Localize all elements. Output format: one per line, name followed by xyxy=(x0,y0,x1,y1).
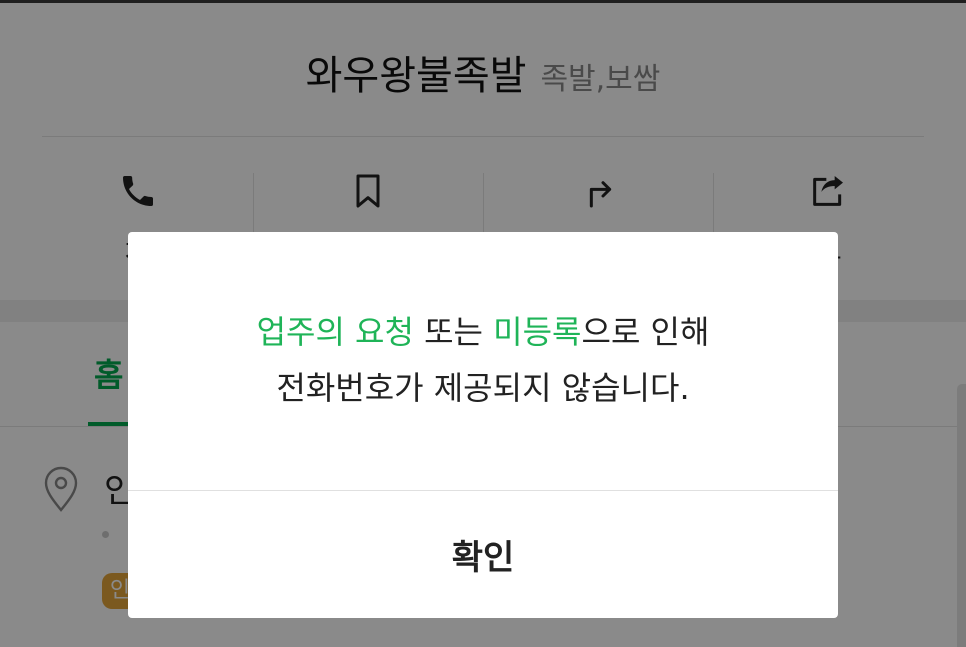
confirm-button[interactable]: 확인 xyxy=(128,491,838,618)
dialog-message-line-2: 전화번호가 제공되지 않습니다. xyxy=(276,369,690,407)
alert-dialog: 업주의 요청 또는 미등록으로 인해 전화번호가 제공되지 않습니다. 확인 xyxy=(128,232,838,618)
message-or: 또는 xyxy=(413,313,494,351)
message-unregistered: 미등록 xyxy=(493,313,582,351)
dialog-message: 업주의 요청 또는 미등록으로 인해 전화번호가 제공되지 않습니다. xyxy=(128,304,838,416)
message-reason: 으로 인해 xyxy=(581,313,710,351)
dialog-message-line-1: 업주의 요청 또는 미등록으로 인해 xyxy=(128,304,838,360)
message-owner-request: 업주의 요청 xyxy=(256,313,414,351)
